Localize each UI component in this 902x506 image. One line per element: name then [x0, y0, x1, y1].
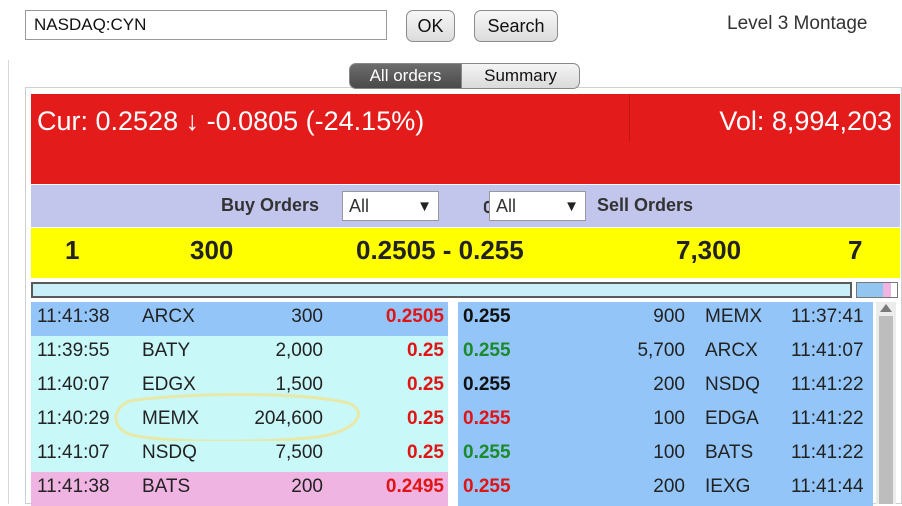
summary-bar: 1 300 0.2505 - 0.255 7,300 7: [31, 228, 900, 278]
bid-size: 200: [291, 476, 323, 497]
bid-market-maker: BATS: [142, 476, 191, 497]
quote-bar: Cur: 0.2528 ↓ -0.0805 (-24.15%) Vol: 8,9…: [31, 94, 900, 184]
ask-size: 5,700: [637, 340, 685, 361]
bid-size: 300: [190, 235, 234, 265]
ask-time: 11:41:22: [791, 408, 864, 429]
ask-size: 200: [653, 374, 685, 395]
ask-time: 11:41:44: [791, 476, 864, 497]
scrollbar[interactable]: [876, 302, 896, 504]
filter-bar: Buy Orders All ▼ All ▼ Sell Orders: [31, 185, 900, 227]
ask-size: 7,300: [676, 235, 742, 265]
ask-time: 11:41:22: [791, 374, 864, 395]
ask-size: 100: [653, 442, 685, 463]
depth-mini-bar: [856, 282, 898, 298]
ok-button[interactable]: OK: [406, 10, 455, 42]
row-separator: [448, 370, 458, 404]
table-row: 11:41:38 ARCX 300 0.2505 0.255 900 MEMX 11:37:4…: [31, 302, 873, 336]
bid-price: 0.25: [407, 408, 444, 429]
ask-price: 0.255: [463, 306, 511, 327]
bid-price: 0.25: [407, 340, 444, 361]
chevron-down-icon: ▼: [564, 197, 579, 215]
bid-time: 11:41:38: [37, 306, 110, 327]
highlight-circle: [114, 393, 360, 441]
ticker-input[interactable]: [25, 10, 387, 40]
bid-time: 11:39:55: [37, 340, 110, 361]
ask-time: 11:37:41: [791, 306, 864, 327]
buy-orders-label: Buy Orders: [221, 195, 320, 215]
bid-size: 2,000: [275, 340, 323, 361]
row-separator: [448, 302, 458, 336]
ask-price: 0.255: [463, 476, 511, 497]
chevron-down-icon: ▼: [417, 197, 432, 215]
ask-price: 0.255: [463, 340, 511, 361]
tab-all-orders[interactable]: All orders: [349, 63, 462, 89]
bid-price: 0.25: [407, 442, 444, 463]
bid-count: 1: [65, 235, 80, 265]
current-price: Cur: 0.2528 ↓ -0.0805 (-24.15%): [37, 106, 425, 136]
row-separator: [448, 438, 458, 472]
ask-market-maker: ARCX: [705, 340, 758, 361]
ask-price: 0.255: [463, 374, 511, 395]
row-separator: [448, 404, 458, 438]
ask-count: 7: [848, 235, 863, 265]
bid-time: 11:41:07: [37, 442, 110, 463]
page-title: Level 3 Montage: [727, 13, 868, 34]
bid-time: 11:41:38: [37, 476, 110, 497]
table-row: 11:41:07 NSDQ 7,500 0.25 0.255 100 BATS 11:41:2…: [31, 438, 873, 472]
sell-orders-label: Sell Orders: [597, 195, 694, 215]
ask-size: 200: [653, 476, 685, 497]
search-button[interactable]: Search: [474, 10, 558, 42]
ask-price: 0.255: [463, 442, 511, 463]
ask-time: 11:41:07: [791, 340, 864, 361]
bid-price: 0.2495: [385, 476, 444, 497]
bid-price: 0.25: [407, 374, 444, 395]
arrow-up-icon[interactable]: [880, 304, 892, 312]
left-divider: [8, 60, 9, 504]
spread: 0.2505 - 0.255: [356, 235, 524, 265]
table-row: 11:39:55 BATY 2,000 0.25 0.255 5,700 ARCX 11:41…: [31, 336, 873, 370]
buy-orders-select[interactable]: All ▼: [342, 191, 439, 221]
table-row: 11:41:38 BATS 200 0.2495 0.255 200 IEXG 11:41:4…: [31, 472, 873, 506]
bid-market-maker: BATY: [142, 340, 191, 361]
ask-size: 100: [653, 408, 685, 429]
bid-time: 11:40:07: [37, 374, 110, 395]
ask-market-maker: EDGA: [705, 408, 759, 429]
quote-divider: [629, 94, 630, 142]
order-tabs: All orders Summary: [349, 63, 580, 89]
sell-orders-select[interactable]: All ▼: [489, 191, 586, 221]
ask-size: 900: [653, 306, 685, 327]
ask-market-maker: IEXG: [705, 476, 751, 497]
ask-market-maker: MEMX: [705, 306, 762, 327]
depth-bar: [31, 282, 852, 298]
bid-size: 300: [291, 306, 323, 327]
buy-select-value: All: [349, 195, 370, 216]
bid-market-maker: NSDQ: [142, 442, 197, 463]
row-separator: [448, 336, 458, 370]
scrollbar-thumb[interactable]: [879, 316, 893, 504]
sell-select-value: All: [496, 195, 517, 216]
bid-size: 7,500: [275, 442, 323, 463]
ask-market-maker: NSDQ: [705, 374, 760, 395]
bid-price: 0.2505: [385, 306, 444, 327]
row-separator: [448, 472, 458, 506]
bid-time: 11:40:29: [37, 408, 110, 429]
ask-time: 11:41:22: [791, 442, 864, 463]
ask-price: 0.255: [463, 408, 511, 429]
volume: Vol: 8,994,203: [719, 106, 892, 136]
tab-summary[interactable]: Summary: [462, 63, 580, 89]
ask-market-maker: BATS: [705, 442, 754, 463]
bid-market-maker: ARCX: [142, 306, 195, 327]
